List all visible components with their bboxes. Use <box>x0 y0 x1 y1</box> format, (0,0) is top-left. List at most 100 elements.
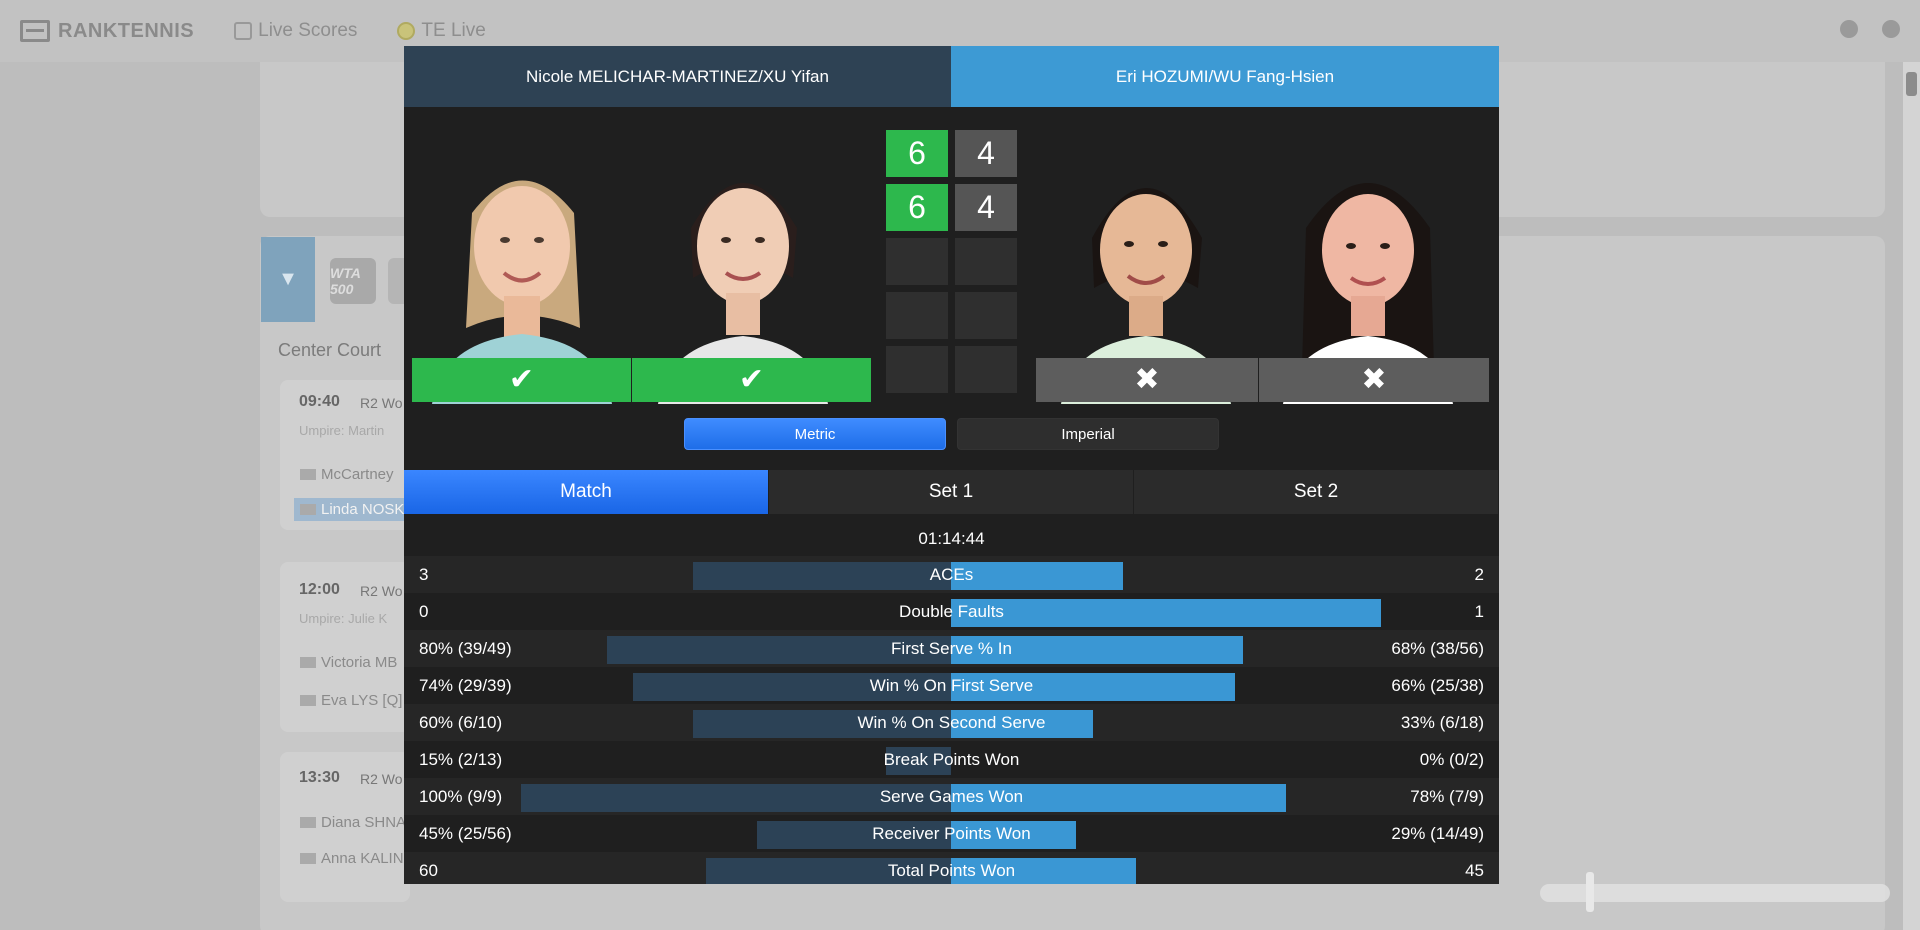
player-name-text: Anna KALIN <box>321 850 404 867</box>
winner-indicator: ✔ <box>412 358 631 402</box>
stat-row: 100% (9/9) Serve Games Won 78% (7/9) <box>404 778 1499 815</box>
tab-set-2[interactable]: Set 2 <box>1134 470 1499 514</box>
player-name[interactable]: Anna KALIN <box>300 850 404 867</box>
flag-icon <box>300 853 316 864</box>
stats-tabs: Match Set 1 Set 2 <box>404 470 1499 514</box>
slider-widget[interactable] <box>1540 872 1900 912</box>
match-round: R2 Wo <box>360 771 403 787</box>
background-card <box>705 910 1110 930</box>
team2-stat-value: 29% (14/49) <box>1391 823 1484 843</box>
court-name: Center Court <box>278 340 382 360</box>
flag-icon <box>300 469 316 480</box>
globe-icon[interactable] <box>1882 20 1900 38</box>
team2-stat-value: 68% (38/56) <box>1391 638 1484 658</box>
match-stats-modal: Nicole MELICHAR-MARTINEZ/XU Yifan Eri HO… <box>404 46 1499 884</box>
team2-stat-value: 45 <box>1465 860 1484 880</box>
stat-label: Total Points Won <box>887 860 1016 880</box>
match-round: R2 Wo <box>360 395 403 411</box>
stat-row: 15% (2/13) Break Points Won 0% (0/2) <box>404 741 1499 778</box>
set-score: 6 <box>886 184 948 231</box>
stat-row: 60% (6/10) Win % On Second Serve 33% (6/18… <box>404 704 1499 741</box>
nav-te-live-label: TE Live <box>421 20 486 41</box>
player-name[interactable]: Diana SHNA <box>300 814 406 831</box>
flag-icon <box>300 504 316 515</box>
match-time: 09:40 <box>299 393 340 410</box>
stat-row: 3 ACEs 2 <box>404 556 1499 593</box>
player-name-text: Eva LYS [Q] 5 <box>321 692 415 709</box>
umpire: Umpire: Julie K <box>299 611 388 626</box>
cross-icon: ✖ <box>1361 363 1387 396</box>
set-score <box>886 346 948 393</box>
player-name[interactable]: McCartney <box>300 466 394 483</box>
team2-set-scores: 4 4 <box>955 130 1017 400</box>
winner-indicator: ✔ <box>632 358 871 402</box>
team2-stat-value: 78% (7/9) <box>1410 786 1484 806</box>
set-score <box>955 292 1017 339</box>
umpire: Umpire: Martin <box>299 423 385 438</box>
player-name-text: Diana SHNA <box>321 814 407 831</box>
flag-icon <box>300 817 316 828</box>
metric-button[interactable]: Metric <box>684 418 946 450</box>
site-logo[interactable]: RANKTENNIS <box>20 20 194 43</box>
collapse-toggle[interactable]: ▼ <box>261 237 315 322</box>
player-name-text: Victoria MB <box>321 654 398 671</box>
brand-name: RANKTENNIS <box>58 19 195 42</box>
background-card <box>280 910 685 930</box>
nav-live-scores-label: Live Scores <box>258 20 358 41</box>
team1-set-scores: 6 6 <box>886 130 948 400</box>
set-score <box>886 238 948 285</box>
stat-label: Win % On First Serve <box>869 675 1034 695</box>
stat-row: 45% (25/56) Receiver Points Won 29% (14/49… <box>404 815 1499 852</box>
team2-stat-value: 0% (0/2) <box>1419 749 1484 769</box>
stat-label: Serve Games Won <box>879 786 1024 806</box>
wta-badge: WTA 500 <box>330 258 376 304</box>
stat-label: Receiver Points Won <box>872 823 1031 843</box>
set-score: 4 <box>955 130 1017 177</box>
player-name-text: McCartney <box>321 466 394 483</box>
flag-icon <box>300 695 316 706</box>
triangle-down-icon: ▼ <box>278 268 298 290</box>
set-score: 4 <box>955 184 1017 231</box>
stat-label: First Serve % In <box>891 638 1012 658</box>
stat-label: ACEs <box>929 564 974 584</box>
match-duration: 01:14:44 <box>404 522 1499 556</box>
loser-indicator: ✖ <box>1036 358 1258 402</box>
slider-handle[interactable] <box>1586 872 1594 912</box>
page-scrollbar[interactable] <box>1903 62 1920 930</box>
stat-row: 0 Double Faults 1 <box>404 593 1499 630</box>
imperial-button[interactable]: Imperial <box>957 418 1219 450</box>
stats-table: 3 ACEs 2 0 Double Faults 1 80% (39/49) First Se… <box>404 556 1499 884</box>
tab-set-1[interactable]: Set 1 <box>769 470 1134 514</box>
nav-live-scores[interactable]: Live Scores <box>234 20 357 42</box>
tab-match[interactable]: Match <box>404 470 769 514</box>
set-score <box>955 346 1017 393</box>
cross-icon: ✖ <box>1134 363 1160 396</box>
scoreboard-icon <box>20 20 50 42</box>
shirt-icon[interactable] <box>1840 20 1858 38</box>
team2-stat-value: 2 <box>1474 564 1484 584</box>
stat-row: 60 Total Points Won 45 <box>404 852 1499 884</box>
team2-stat-value: 33% (6/18) <box>1400 712 1484 732</box>
match-time: 12:00 <box>299 581 340 598</box>
flag-icon <box>300 657 316 668</box>
loser-indicator: ✖ <box>1259 358 1489 402</box>
stat-label: Win % On Second Serve <box>857 712 1046 732</box>
match-round: R2 Wo <box>360 583 403 599</box>
player-name[interactable]: Victoria MB <box>300 654 397 671</box>
scrollbar-thumb[interactable] <box>1906 72 1917 96</box>
stat-label: Break Points Won <box>883 749 1020 769</box>
set-score: 6 <box>886 130 948 177</box>
team2-header: Eri HOZUMI/WU Fang-Hsien <box>951 46 1499 107</box>
team1-header: Nicole MELICHAR-MARTINEZ/XU Yifan <box>404 46 951 107</box>
nav-te-live[interactable]: TE Live <box>397 20 486 42</box>
player-name[interactable]: Eva LYS [Q] 5 <box>300 692 415 709</box>
check-icon: ✔ <box>738 363 765 396</box>
stat-label: Double Faults <box>899 601 1004 621</box>
team2-stat-value: 1 <box>1474 601 1484 621</box>
team2-stat-value: 66% (25/38) <box>1391 675 1484 695</box>
player-name[interactable]: Linda NOSK <box>294 498 411 521</box>
stat-row: 80% (39/49) First Serve % In 68% (38/56) <box>404 630 1499 667</box>
set-score <box>886 292 948 339</box>
player-name-text: Linda NOSK <box>321 501 405 518</box>
check-icon: ✔ <box>508 363 535 396</box>
